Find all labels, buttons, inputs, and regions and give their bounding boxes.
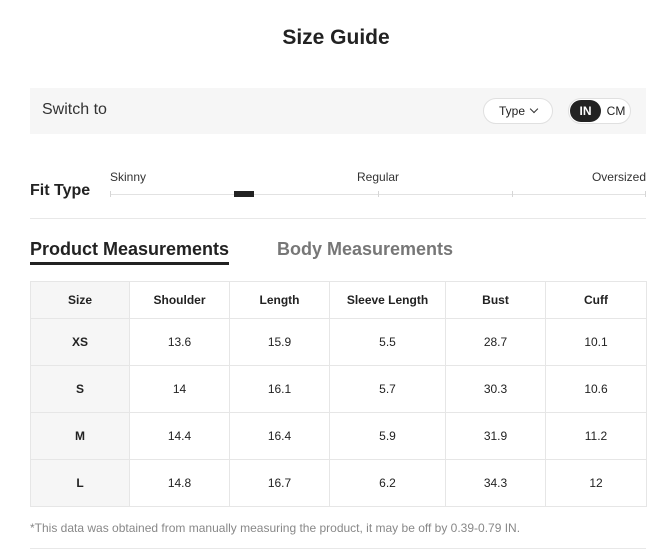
fit-option-regular: Regular [357,170,400,184]
bust-cell: 34.3 [445,459,546,507]
fit-scale-marker [234,191,254,197]
table-row: M 14.4 16.4 5.9 31.9 11.2 [30,412,647,460]
length-cell: 16.4 [229,412,330,460]
unit-switch-bar: Switch to Type IN CM [30,88,646,134]
shoulder-cell: 14 [129,365,230,413]
type-dropdown-label: Type [498,104,525,118]
active-tab-underline [30,262,229,265]
unit-toggle: IN CM [568,98,631,124]
table-row: S 14 16.1 5.7 30.3 10.6 [30,365,647,413]
cuff-cell: 11.2 [545,412,647,460]
divider [30,218,646,219]
bust-cell: 28.7 [445,318,546,366]
table-row: L 14.8 16.7 6.2 34.3 12 [30,459,647,507]
size-table: Size Shoulder Length Sleeve Length Bust … [30,281,647,507]
sleeve-length-cell: 5.9 [329,412,446,460]
unit-in-option[interactable]: IN [570,100,601,122]
cuff-cell: 10.6 [545,365,647,413]
column-header-sleeve-length: Sleeve Length [329,281,446,319]
sleeve-length-cell: 6.2 [329,459,446,507]
fit-option-skinny: Skinny [110,170,147,184]
switch-to-label: Switch to [42,101,107,118]
tab-body-measurements[interactable]: Body Measurements [277,239,453,260]
column-header-cuff: Cuff [545,281,647,319]
length-cell: 16.1 [229,365,330,413]
fit-option-oversized: Oversized [591,170,646,184]
shoulder-cell: 14.8 [129,459,230,507]
fit-scale-tick [110,191,111,197]
size-cell: XS [30,318,130,366]
table-header-row: Size Shoulder Length Sleeve Length Bust … [30,281,647,319]
fit-scale-tick [378,191,379,197]
measurement-footnote: *This data was obtained from manually me… [30,521,521,535]
bust-cell: 31.9 [445,412,546,460]
column-header-length: Length [229,281,330,319]
shoulder-cell: 13.6 [129,318,230,366]
column-header-size: Size [30,281,130,319]
page-title: Size Guide [282,26,390,49]
length-cell: 16.7 [229,459,330,507]
divider [30,548,646,549]
type-dropdown-button[interactable]: Type [483,98,553,124]
bust-cell: 30.3 [445,365,546,413]
sleeve-length-cell: 5.7 [329,365,446,413]
size-cell: L [30,459,130,507]
length-cell: 15.9 [229,318,330,366]
fit-scale-tick [645,191,646,197]
cuff-cell: 10.1 [545,318,647,366]
shoulder-cell: 14.4 [129,412,230,460]
table-row: XS 13.6 15.9 5.5 28.7 10.1 [30,318,647,366]
size-cell: S [30,365,130,413]
fit-scale-tick [512,191,513,197]
fit-type-label: Fit Type [30,182,91,199]
column-header-shoulder: Shoulder [129,281,230,319]
cuff-cell: 12 [545,459,647,507]
sleeve-length-cell: 5.5 [329,318,446,366]
tab-product-measurements[interactable]: Product Measurements [30,239,229,260]
column-header-bust: Bust [445,281,546,319]
size-cell: M [30,412,130,460]
unit-cm-option[interactable]: CM [602,100,630,122]
chevron-down-icon [529,104,539,114]
